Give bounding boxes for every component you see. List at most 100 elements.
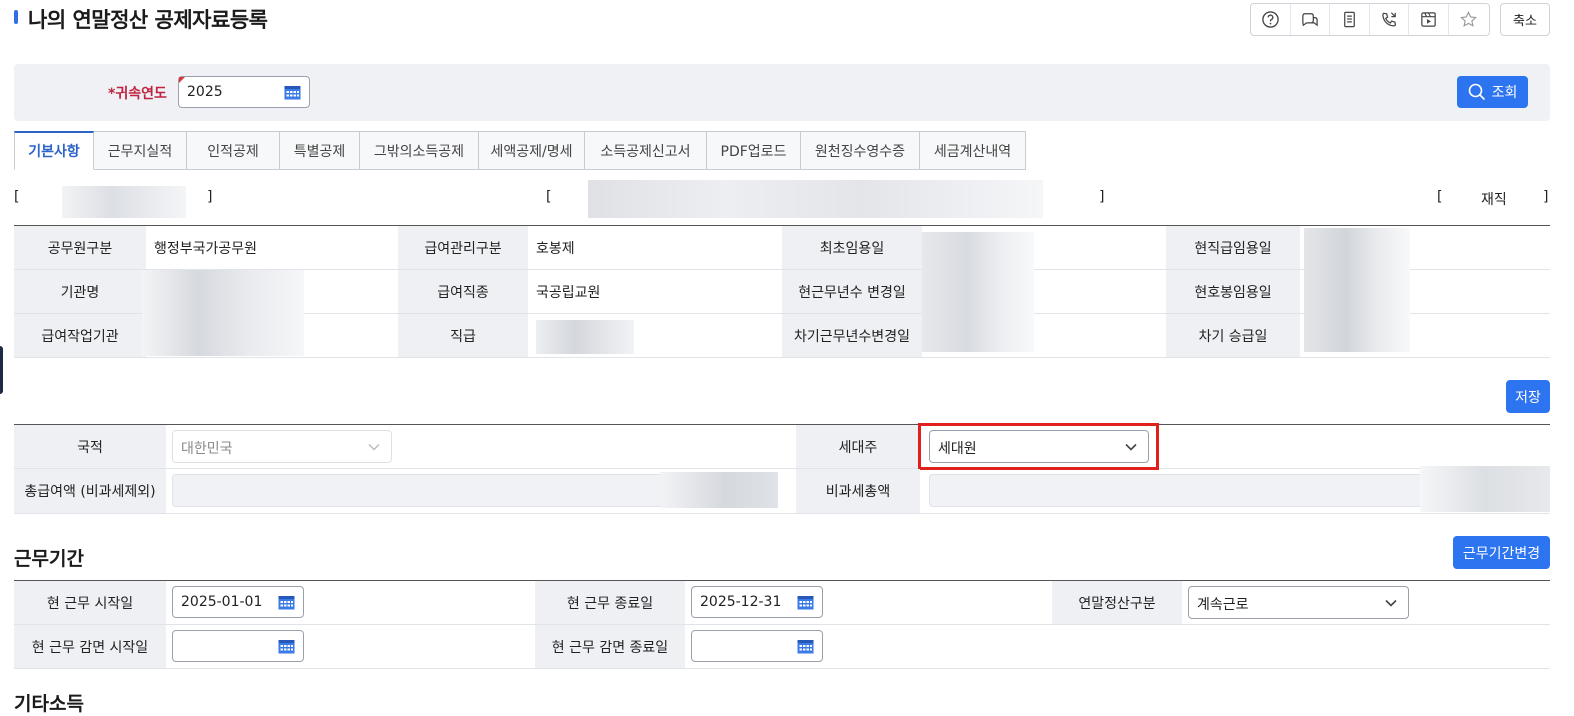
tab-withholding-receipt[interactable]: 원천징수영수증 [801,131,920,170]
value-pay-management: 호봉제 [536,240,575,257]
label-civil-servant-type: 공무원구분 [14,226,146,269]
tab-tax-credit[interactable]: 세액공제/명세 [479,131,585,170]
reduction-start-input[interactable] [172,630,304,662]
required-marker [179,77,185,83]
label-first-appointment: 최초임용일 [782,226,922,269]
tab-personal-deduction[interactable]: 인적공제 [187,131,280,170]
label-reduction-start: 현 근무 감면 시작일 [14,625,166,668]
calendar-icon[interactable] [284,85,301,100]
redacted-value [660,472,778,508]
label-nontaxable-total: 비과세총액 [796,469,920,513]
settlement-type-value: 계속근로 [1197,597,1249,613]
work-start-input[interactable]: 2025-01-01 [172,586,304,618]
redacted-text [62,186,186,218]
label-nationality: 국적 [14,425,166,468]
help-button[interactable] [1251,4,1291,35]
work-period-title: 근무기간 [14,548,84,570]
tab-other-income-deduction[interactable]: 그밖의소득공제 [360,131,479,170]
label-payroll-institution: 급여작업기관 [14,314,146,357]
search-icon [1468,83,1485,101]
row-divider [14,624,1550,625]
chevron-down-icon [1385,599,1397,607]
year-label: *귀속연도 [108,86,167,102]
work-end-value: 2025-12-31 [700,594,782,610]
calendar-icon[interactable] [797,639,814,654]
video-icon [1421,12,1436,27]
label-next-promotion: 차기 승급일 [1166,314,1300,357]
title-marker [14,10,18,24]
video-button[interactable] [1409,4,1449,35]
label-pay-occupation: 급여직종 [398,270,528,313]
label-pay-management: 급여관리구분 [398,226,528,269]
redacted-value [536,320,634,354]
calendar-icon[interactable] [797,595,814,610]
label-settlement-type: 연말정산구분 [1052,581,1182,624]
row-divider [14,468,1550,469]
bracket-open: [ [546,189,552,205]
label-work-start: 현 근무 시작일 [14,581,166,624]
calendar-icon[interactable] [278,639,295,654]
page-title: 나의 연말정산 공제자료등록 [28,8,268,32]
work-end-input[interactable]: 2025-12-31 [691,586,823,618]
label-service-years-change: 현근무년수 변경일 [782,270,922,313]
chat-button[interactable] [1291,4,1331,35]
redacted-value [922,232,1034,352]
value-pay-occupation: 국공립교원 [536,284,601,301]
bracket-open: [ [1437,189,1443,205]
collapse-button[interactable]: 축소 [1500,3,1550,36]
phone-icon [1381,12,1396,27]
label-grade: 직급 [398,314,528,357]
search-button[interactable]: 조회 [1457,76,1528,108]
bracket-close: ] [1543,189,1549,205]
table-top-border [14,580,1550,581]
table-top-border [14,424,1550,425]
calendar-icon[interactable] [278,595,295,610]
tab-tax-calculation[interactable]: 세금계산내역 [920,131,1026,170]
label-current-rank-appointment: 현직급임용일 [1166,226,1300,269]
favorite-button[interactable] [1449,4,1489,35]
phone-button[interactable] [1370,4,1410,35]
row-divider [14,668,1550,669]
tab-deduction-report[interactable]: 소득공제신고서 [585,131,707,170]
nationality-select[interactable]: 대한민국 [172,430,392,463]
document-icon [1344,11,1355,28]
settlement-type-select[interactable]: 계속근로 [1188,586,1409,619]
help-icon [1262,11,1279,28]
tab-workplace[interactable]: 근무지실적 [94,131,187,170]
highlight-box [918,423,1159,470]
chat-icon [1302,13,1319,27]
label-work-end: 현 근무 종료일 [535,581,685,624]
side-panel-handle[interactable] [0,346,3,394]
tab-pdf-upload[interactable]: PDF업로드 [707,131,801,170]
year-value: 2025 [187,84,223,100]
reduction-end-input[interactable] [691,630,823,662]
document-button[interactable] [1330,4,1370,35]
year-input[interactable]: 2025 [178,76,310,108]
save-button[interactable]: 저장 [1506,380,1550,413]
chevron-down-icon [368,444,380,451]
star-icon [1460,11,1478,27]
bracket-close: ] [1099,189,1105,205]
redacted-text [588,180,1043,218]
label-current-step-appointment: 현호봉임용일 [1166,270,1300,313]
toolbar [1250,3,1490,36]
nationality-value: 대한민국 [181,441,233,457]
bracket-open: [ [14,189,20,205]
row-divider [14,513,1550,514]
value-civil-servant-type: 행정부국가공무원 [154,240,258,257]
tab-bar: 기본사항 근무지실적 인적공제 특별공제 그밖의소득공제 세액공제/명세 소득공… [14,131,1026,170]
row-divider [14,357,1550,358]
label-institution: 기관명 [14,270,146,313]
redacted-value [142,270,304,356]
search-button-label: 조회 [1491,85,1518,101]
tab-special-deduction[interactable]: 특별공제 [280,131,360,170]
redacted-value [1420,466,1550,512]
tab-basic[interactable]: 기본사항 [14,131,94,170]
bracket-close: ] [207,189,213,205]
label-reduction-end: 현 근무 감면 종료일 [535,625,685,668]
work-start-value: 2025-01-01 [181,594,263,610]
change-period-button[interactable]: 근무기간변경 [1453,536,1550,569]
redacted-value [1304,228,1410,352]
label-head-of-household: 세대주 [796,425,920,468]
employment-status: 재직 [1481,192,1507,208]
